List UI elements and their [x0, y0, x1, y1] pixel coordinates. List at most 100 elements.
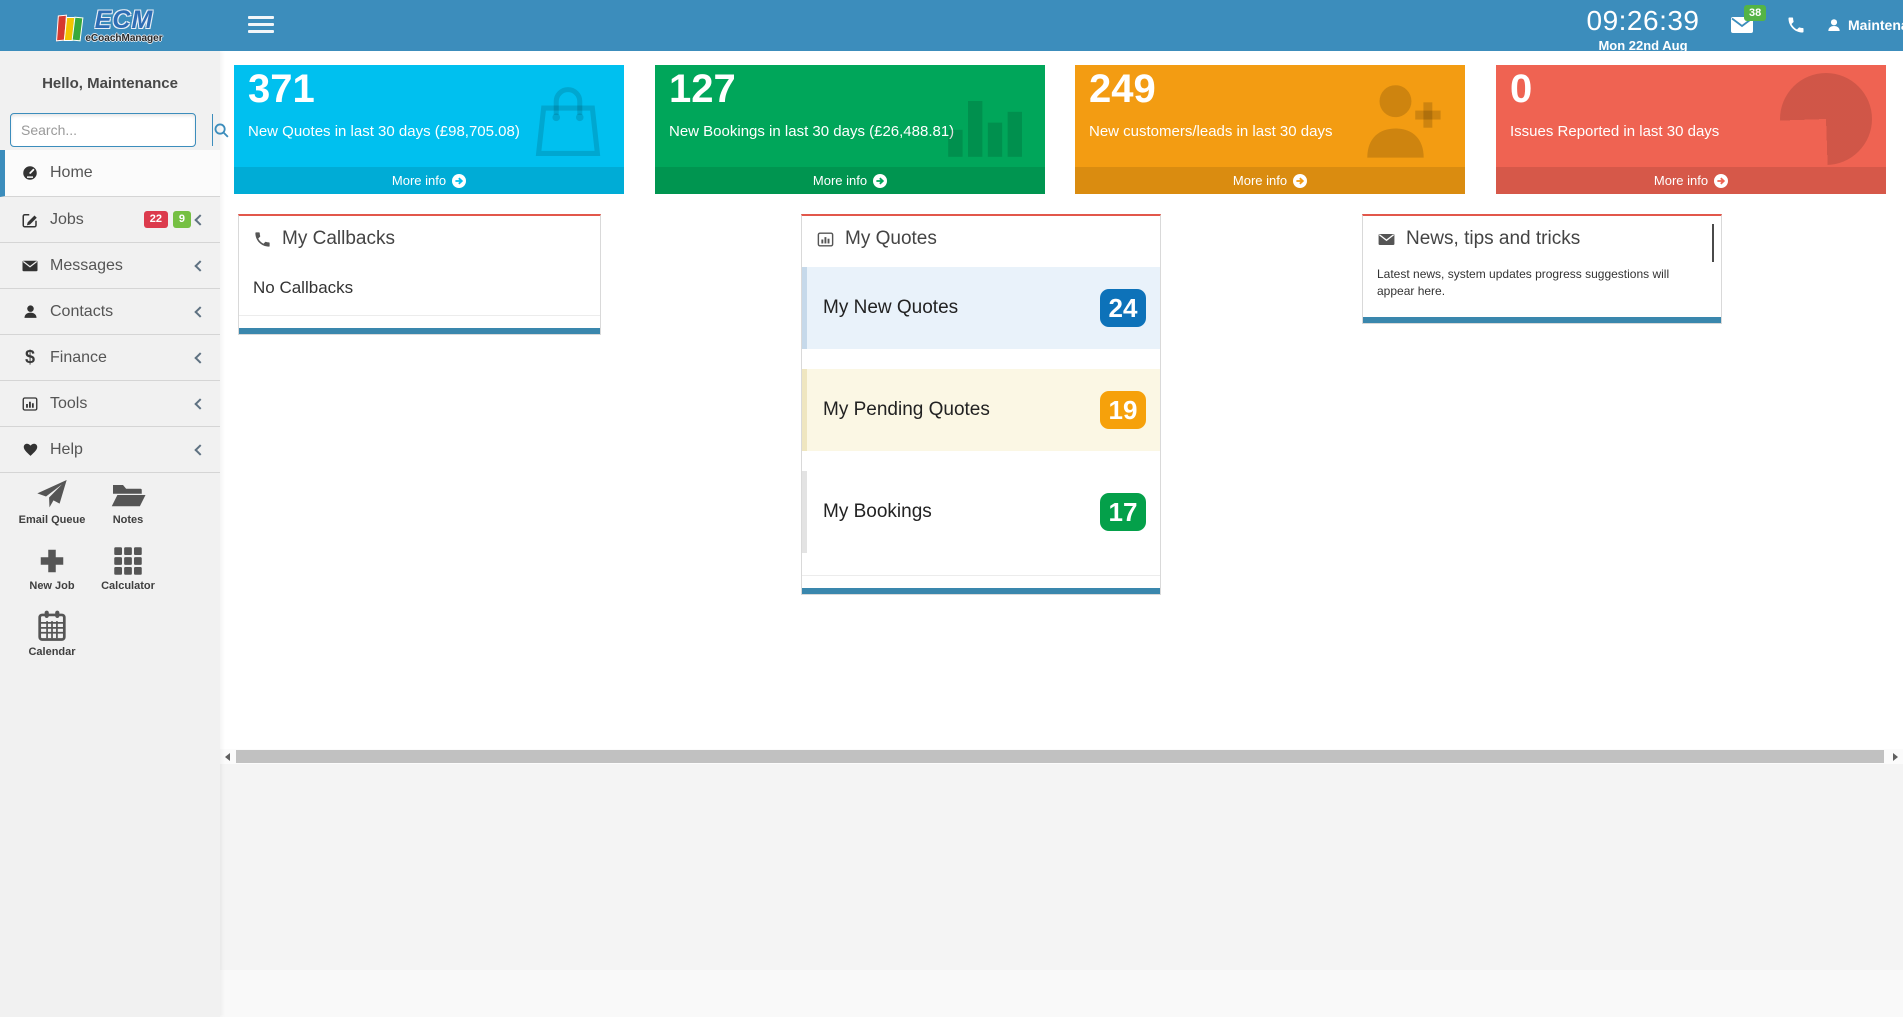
sidebar-item-label: Home: [50, 164, 93, 182]
stat-card-new-quotes: 371 New Quotes in last 30 days (£98,705.…: [234, 65, 624, 194]
panel-my-quotes: My Quotes My New Quotes 24 My Pending Qu…: [801, 214, 1161, 595]
envelope-icon: [20, 257, 40, 275]
shortcut-new-job[interactable]: New Job: [18, 542, 86, 592]
scrollbar-thumb[interactable]: [236, 750, 1884, 763]
count-badge: 19: [1100, 391, 1146, 429]
stat-card-new-bookings: 127 New Bookings in last 30 days (£26,48…: [655, 65, 1045, 194]
sidebar-item-tools[interactable]: Tools: [0, 381, 220, 427]
triangle-left-icon: [225, 753, 230, 761]
user-plus-icon: [1355, 73, 1451, 172]
logo-subtitle: eCoachManager: [85, 34, 162, 44]
panel-scrollbar[interactable]: [239, 328, 600, 334]
more-info-link[interactable]: More info: [1496, 167, 1886, 194]
phone-menu-button[interactable]: [1786, 15, 1806, 35]
horizontal-scrollbar: [220, 749, 1903, 764]
app-logo[interactable]: ECM eCoachManager: [0, 0, 220, 51]
sidebar-item-jobs[interactable]: Jobs 22 9: [0, 197, 220, 243]
page-footer: [220, 970, 1903, 1017]
sidebar-item-help[interactable]: Help: [0, 427, 220, 473]
sidebar-menu: Home Jobs 22 9 Messages Contacts: [0, 150, 220, 473]
sidebar-item-finance[interactable]: $ Finance: [0, 335, 220, 381]
scroll-left-button[interactable]: [220, 749, 235, 764]
bar-chart-icon: [941, 73, 1031, 170]
chevron-left-icon: [194, 260, 205, 271]
grid-icon: [94, 542, 162, 576]
sidebar-item-label: Messages: [50, 257, 123, 275]
clock-time: 09:26:39: [1568, 5, 1718, 37]
sidebar-item-label: Jobs: [50, 211, 84, 229]
stat-value: 249: [1089, 67, 1156, 112]
news-body-text: Latest news, system updates progress sug…: [1377, 266, 1709, 300]
chevron-left-icon: [194, 306, 205, 317]
quotes-row-label: My Pending Quotes: [823, 399, 990, 421]
chevron-left-icon: [194, 352, 205, 363]
more-info-link[interactable]: More info: [234, 167, 624, 194]
phone-icon: [253, 230, 272, 249]
panel-news: News, tips and tricks Latest news, syste…: [1362, 214, 1722, 324]
sidebar-item-home[interactable]: Home: [0, 150, 220, 197]
panel-vertical-scrollbar[interactable]: [1712, 224, 1714, 262]
more-info-label: More info: [392, 173, 446, 188]
stat-card-issues: 0 Issues Reported in last 30 days More i…: [1496, 65, 1886, 194]
more-info-label: More info: [1654, 173, 1708, 188]
search-input[interactable]: [11, 114, 212, 146]
panel-footer-divider: [239, 315, 600, 328]
panel-title: My Callbacks: [282, 228, 395, 250]
more-info-label: More info: [813, 173, 867, 188]
logo-books-icon: [57, 11, 81, 41]
more-info-label: More info: [1233, 173, 1287, 188]
messages-menu-button[interactable]: 38: [1730, 15, 1754, 35]
search-icon: [213, 122, 230, 139]
sidebar: Hello, Maintenance Home Jobs 22 9: [0, 51, 220, 1017]
shortcut-label: New Job: [18, 580, 86, 592]
stat-label: New customers/leads in last 30 days: [1089, 123, 1332, 140]
logo-title: ECM: [95, 8, 154, 33]
plus-icon: [18, 542, 86, 576]
scroll-right-button[interactable]: [1888, 749, 1903, 764]
quotes-row-new-quotes[interactable]: My New Quotes 24: [802, 267, 1160, 349]
more-info-link[interactable]: More info: [1075, 167, 1465, 194]
stat-label: New Bookings in last 30 days (£26,488.81…: [669, 123, 954, 140]
paper-plane-icon: [18, 476, 86, 510]
stat-value: 0: [1510, 67, 1532, 112]
more-info-link[interactable]: More info: [655, 167, 1045, 194]
search-button[interactable]: [212, 114, 230, 146]
quotes-row-label: My New Quotes: [823, 297, 958, 319]
clock: 09:26:39 Mon 22nd Aug: [1568, 5, 1718, 53]
shortcut-calendar[interactable]: Calendar: [18, 608, 86, 658]
triangle-right-icon: [1893, 753, 1898, 761]
panel-scrollbar[interactable]: [802, 588, 1160, 594]
chart-box-icon: [816, 230, 835, 249]
arrow-circle-right-icon: [452, 174, 466, 188]
dollar-icon: $: [20, 347, 40, 368]
callbacks-empty-text: No Callbacks: [253, 278, 353, 298]
panel-scrollbar[interactable]: [1363, 317, 1721, 323]
shortcut-label: Notes: [94, 514, 162, 526]
sidebar-item-messages[interactable]: Messages: [0, 243, 220, 289]
stat-value: 127: [669, 67, 736, 112]
chart-box-icon: [20, 395, 40, 413]
quotes-row-bookings[interactable]: My Bookings 17: [802, 471, 1160, 553]
user-menu-button[interactable]: Maintenance: [1826, 15, 1903, 35]
shortcut-label: Email Queue: [18, 514, 86, 526]
sidebar-item-contacts[interactable]: Contacts: [0, 289, 220, 335]
count-badge: 17: [1100, 493, 1146, 531]
jobs-badge-green: 9: [173, 211, 191, 228]
user-icon: [1826, 17, 1842, 33]
user-icon: [20, 303, 40, 320]
edit-icon: [20, 211, 40, 229]
sidebar-greeting: Hello, Maintenance: [0, 75, 220, 92]
clock-date: Mon 22nd Aug: [1568, 38, 1718, 53]
sidebar-item-label: Finance: [50, 349, 107, 367]
shortcut-label: Calculator: [94, 580, 162, 592]
shortcut-notes[interactable]: Notes: [94, 476, 162, 526]
sidebar-toggle-button[interactable]: [248, 16, 274, 35]
shortcut-email-queue[interactable]: Email Queue: [18, 476, 86, 526]
phone-icon: [1786, 15, 1806, 35]
stat-label: Issues Reported in last 30 days: [1510, 123, 1719, 140]
sidebar-search: [10, 113, 196, 147]
stat-card-new-customers: 249 New customers/leads in last 30 days …: [1075, 65, 1465, 194]
quotes-row-pending-quotes[interactable]: My Pending Quotes 19: [802, 369, 1160, 451]
jobs-badge-red: 22: [144, 211, 168, 228]
shortcut-calculator[interactable]: Calculator: [94, 542, 162, 592]
